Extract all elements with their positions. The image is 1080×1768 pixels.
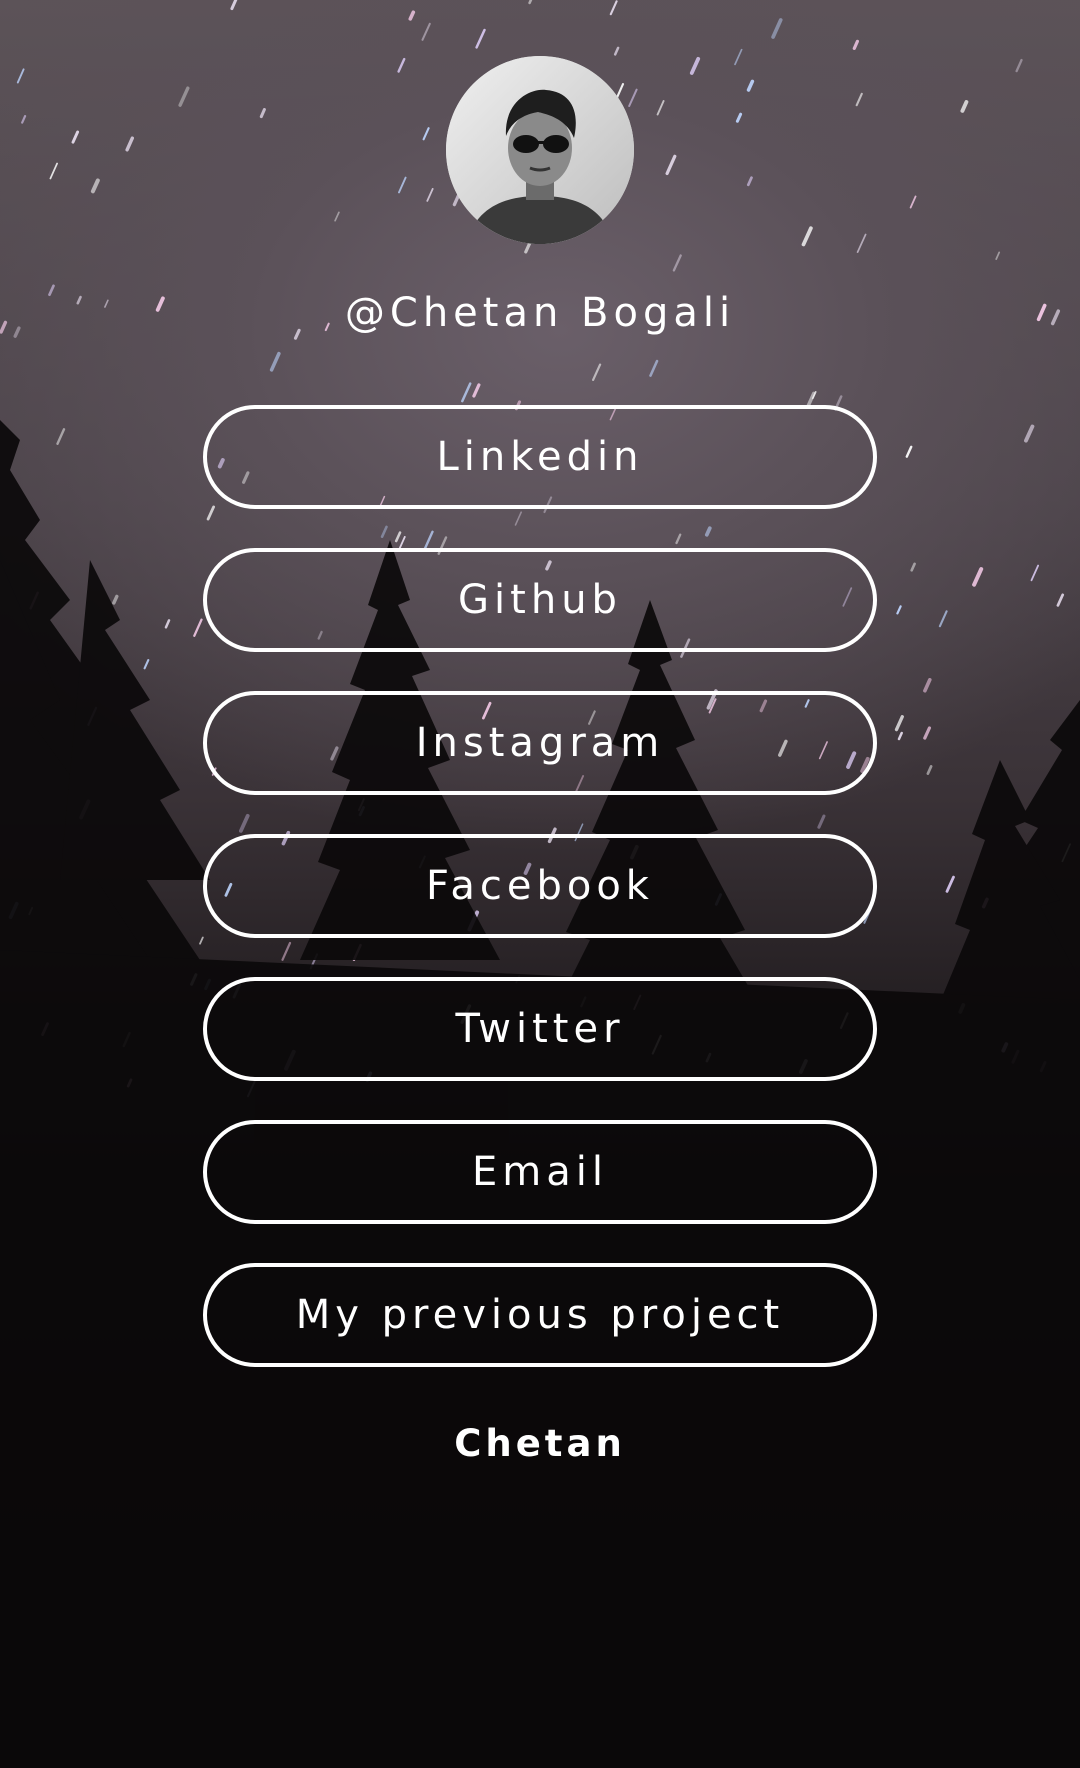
twitter-link-button[interactable]: Twitter — [203, 977, 877, 1081]
link-tree-page: @Chetan Bogali Linkedin Github Instagram… — [0, 0, 1080, 1768]
footer-name: Chetan — [454, 1422, 626, 1465]
github-link-button[interactable]: Github — [203, 548, 877, 652]
link-list: Linkedin Github Instagram Facebook Twitt… — [203, 405, 877, 1406]
previous-project-link-button[interactable]: My previous project — [203, 1263, 877, 1367]
facebook-link-button[interactable]: Facebook — [203, 834, 877, 938]
email-link-button[interactable]: Email — [203, 1120, 877, 1224]
instagram-link-button[interactable]: Instagram — [203, 691, 877, 795]
linkedin-link-button[interactable]: Linkedin — [203, 405, 877, 509]
profile-photo-icon — [446, 56, 634, 244]
profile-handle: @Chetan Bogali — [344, 290, 736, 336]
avatar — [446, 56, 634, 244]
